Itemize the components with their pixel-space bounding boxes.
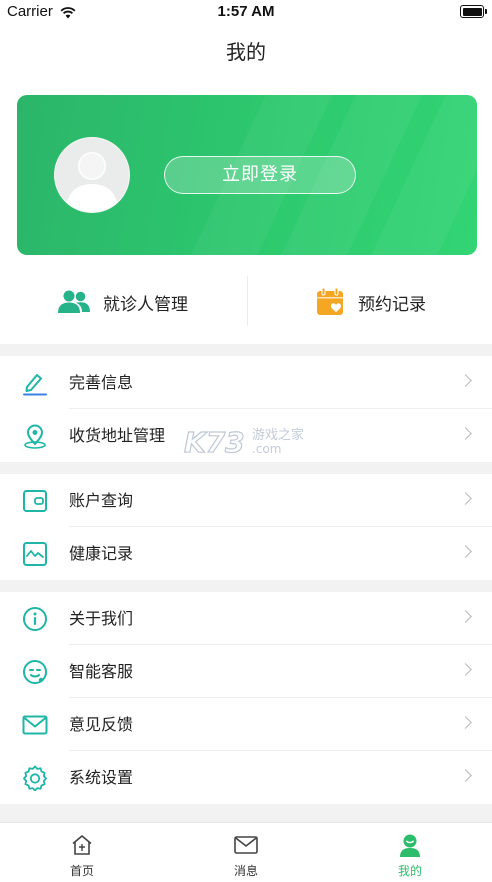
chevron-right-icon xyxy=(459,374,472,387)
page-title: 我的 xyxy=(226,40,266,64)
quick-actions: 就诊人管理 预约记录 xyxy=(0,276,492,328)
menu-item-address-management[interactable]: 收货地址管理 xyxy=(0,409,492,462)
section-gap xyxy=(0,580,492,592)
health-chart-icon xyxy=(23,542,47,566)
appointment-records-label: 预约记录 xyxy=(358,294,426,315)
chevron-right-icon xyxy=(459,427,472,440)
menu-item-about-us[interactable]: 关于我们 xyxy=(0,592,492,645)
menu-item-label: 智能客服 xyxy=(69,662,134,681)
appointment-records-button[interactable]: 预约记录 xyxy=(316,276,426,328)
menu-item-label: 健康记录 xyxy=(69,544,134,563)
default-avatar-icon xyxy=(65,152,119,212)
info-icon xyxy=(23,607,47,631)
menu-item-complete-info[interactable]: 完善信息 xyxy=(0,356,492,409)
chevron-right-icon xyxy=(459,769,472,782)
profile-screen: Carrier 1:57 AM 我的 立即登录 就诊人管理 预约记录 完善信息 … xyxy=(0,0,492,882)
chevron-right-icon xyxy=(459,610,472,623)
menu-item-label: 系统设置 xyxy=(69,768,134,787)
patients-icon xyxy=(58,290,90,313)
menu-item-label: 关于我们 xyxy=(69,609,134,628)
patient-management-button[interactable]: 就诊人管理 xyxy=(57,276,188,328)
status-bar: Carrier 1:57 AM xyxy=(0,0,492,24)
tab-bar: 首页 消息 我的 xyxy=(0,822,492,882)
gear-icon xyxy=(23,765,47,791)
tab-label: 我的 xyxy=(397,864,422,878)
chevron-right-icon xyxy=(459,492,472,505)
menu-item-account-query[interactable]: 账户查询 xyxy=(0,474,492,527)
tab-profile[interactable]: 我的 xyxy=(328,823,492,882)
location-icon xyxy=(24,424,46,449)
message-icon xyxy=(234,836,258,854)
tab-messages[interactable]: 消息 xyxy=(164,823,328,882)
home-icon xyxy=(72,835,92,855)
chevron-right-icon xyxy=(459,663,472,676)
wallet-icon xyxy=(23,490,47,512)
tab-label: 首页 xyxy=(69,864,94,878)
menu-item-label: 账户查询 xyxy=(69,491,134,510)
section-gap xyxy=(0,344,492,356)
menu-item-label: 收货地址管理 xyxy=(69,426,166,445)
clock: 1:57 AM xyxy=(217,3,275,20)
quick-divider xyxy=(247,276,248,326)
menu-item-smart-service[interactable]: 智能客服 xyxy=(0,645,492,698)
login-button[interactable]: 立即登录 xyxy=(164,156,356,194)
avatar[interactable] xyxy=(54,137,130,213)
edit-icon xyxy=(23,374,47,396)
chevron-right-icon xyxy=(459,716,472,729)
battery-icon xyxy=(460,5,487,18)
profile-icon xyxy=(400,834,420,857)
tab-label: 消息 xyxy=(233,864,258,878)
section-gap xyxy=(0,804,492,822)
section-gap xyxy=(0,462,492,474)
calendar-icon xyxy=(317,288,343,315)
tab-home[interactable]: 首页 xyxy=(0,823,164,882)
menu-item-label: 意见反馈 xyxy=(69,715,134,734)
login-card: 立即登录 xyxy=(17,95,477,255)
menu-item-health-records[interactable]: 健康记录 xyxy=(0,527,492,580)
menu-item-label: 完善信息 xyxy=(69,373,134,392)
mail-icon xyxy=(22,715,48,735)
chevron-right-icon xyxy=(459,545,472,558)
patient-management-label: 就诊人管理 xyxy=(103,294,188,315)
menu-item-feedback[interactable]: 意见反馈 xyxy=(0,698,492,751)
menu-item-system-settings[interactable]: 系统设置 xyxy=(0,751,492,804)
service-icon xyxy=(23,660,47,684)
